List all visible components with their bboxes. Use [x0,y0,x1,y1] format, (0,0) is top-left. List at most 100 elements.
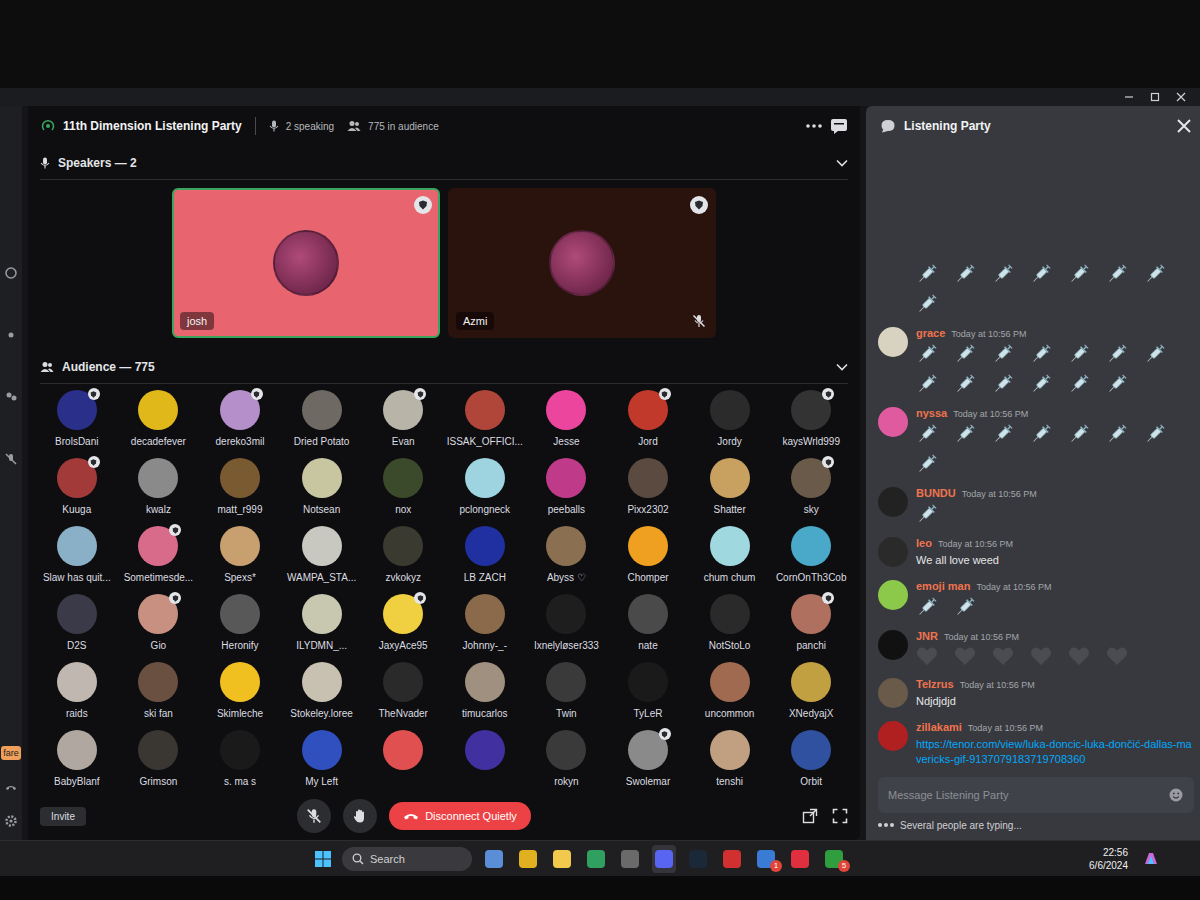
audience-member[interactable]: BrolsDani [36,390,118,458]
audience-member[interactable]: BabyBlanf [36,730,118,792]
audience-member[interactable]: Jordy [689,390,771,458]
audience-member[interactable]: kaysWrld999 [770,390,852,458]
taskbar-app[interactable] [652,845,676,873]
audience-member[interactable]: TyLeR [607,662,689,730]
audience-member[interactable]: tenshi [689,730,771,792]
audience-member[interactable]: panchi [770,594,852,662]
message-author[interactable]: zillakami [916,721,962,733]
speaker-tile[interactable]: josh [172,188,440,338]
minimize-button[interactable] [1118,89,1140,105]
audience-member[interactable]: Ixnelyløser333 [526,594,608,662]
audience-member[interactable]: Stokeley.loree [281,662,363,730]
disconnect-button[interactable]: Disconnect Quietly [389,802,531,830]
taskbar-app[interactable] [482,845,506,873]
audience-member[interactable]: WAMPA_STA... [281,526,363,594]
message-author[interactable]: emoji man [916,580,970,592]
taskbar-app[interactable] [720,845,744,873]
stage-icon[interactable] [4,328,18,342]
message-avatar[interactable] [878,580,908,610]
taskbar-search[interactable]: Search [342,847,472,871]
audience-member[interactable]: Grimson [118,730,200,792]
audience-member[interactable]: Chomper [607,526,689,594]
audience-member[interactable]: dereko3mil [199,390,281,458]
audience-member[interactable]: XNedyajX [770,662,852,730]
chevron-down-icon[interactable] [836,159,848,167]
members-icon[interactable] [4,390,18,404]
taskbar-app[interactable] [686,845,710,873]
audience-member[interactable]: Jord [607,390,689,458]
message-author[interactable]: BUNDU [916,487,956,499]
audience-member[interactable] [362,730,444,792]
audience-member[interactable]: Abyss ♡ [526,526,608,594]
audience-member[interactable]: Orbit [770,730,852,792]
audience-heading[interactable]: Audience — 775 [40,350,848,384]
audience-member[interactable]: s. ma s [199,730,281,792]
mic-off-icon[interactable] [4,452,18,466]
close-chat-icon[interactable] [1176,118,1192,134]
phone-icon[interactable] [4,780,18,794]
audience-member[interactable]: Swolemar [607,730,689,792]
audience-member[interactable]: ski fan [118,662,200,730]
message-input[interactable]: Message Listening Party [878,777,1194,813]
invite-button[interactable]: Invite [40,807,86,826]
audience-member[interactable]: kwalz [118,458,200,526]
audience-member[interactable]: sky [770,458,852,526]
audience-member[interactable]: Kuuga [36,458,118,526]
audience-member[interactable]: Twin [526,662,608,730]
audience-member[interactable]: ISSAK_OFFICI... [444,390,526,458]
maximize-button[interactable] [1144,89,1166,105]
audience-member[interactable]: Pixx2302 [607,458,689,526]
gear-icon[interactable] [4,814,18,828]
speaker-tile[interactable]: Azmi [448,188,716,338]
raise-hand-button[interactable] [343,799,377,833]
audience-member[interactable]: Notsean [281,458,363,526]
copilot-icon[interactable] [1142,850,1160,868]
emoji-picker-icon[interactable] [1168,787,1184,803]
taskbar-app[interactable]: 5 [822,845,846,873]
audience-member[interactable]: timucarlos [444,662,526,730]
message-avatar[interactable] [878,487,908,517]
taskbar-app[interactable] [788,845,812,873]
taskbar-app[interactable]: 1 [754,845,778,873]
audience-member[interactable]: Shatter [689,458,771,526]
message-avatar[interactable] [878,327,908,357]
audience-member[interactable]: chum chum [689,526,771,594]
audience-member[interactable]: raids [36,662,118,730]
message-author[interactable]: JNR [916,630,938,642]
audience-member[interactable]: JaxyAce95 [362,594,444,662]
audience-member[interactable]: peeballs [526,458,608,526]
audience-member[interactable]: rokyn [526,730,608,792]
taskbar-app[interactable] [584,845,608,873]
popout-icon[interactable] [802,808,818,824]
audience-member[interactable]: Dried Potato [281,390,363,458]
message-author[interactable]: grace [916,327,945,339]
message-link[interactable]: https://tenor.com/view/luka-doncic-luka-… [916,737,1194,767]
audience-member[interactable]: Slaw has quit... [36,526,118,594]
mute-button[interactable] [297,799,331,833]
message-avatar[interactable] [878,630,908,660]
audience-member[interactable]: pclongneck [444,458,526,526]
audience-member[interactable]: CornOnTh3Cob [770,526,852,594]
taskbar-app[interactable] [618,845,642,873]
audience-member[interactable]: decadefever [118,390,200,458]
close-window-button[interactable] [1170,89,1192,105]
audience-member[interactable]: Heronify [199,594,281,662]
taskbar-app[interactable] [550,845,574,873]
message-avatar[interactable] [878,407,908,437]
audience-member[interactable]: Johnny-_- [444,594,526,662]
taskbar-app[interactable] [516,845,540,873]
chat-toggle-icon[interactable] [830,118,848,134]
message-avatar[interactable] [878,721,908,751]
audience-member[interactable]: Jesse [526,390,608,458]
audience-member[interactable]: TheNvader [362,662,444,730]
audience-member[interactable]: zvkokyz [362,526,444,594]
message-avatar[interactable] [878,537,908,567]
audience-member[interactable]: Gio [118,594,200,662]
more-icon[interactable] [805,123,823,129]
taskbar-clock[interactable]: 22:56 6/6/2024 [1089,846,1128,872]
fullscreen-icon[interactable] [832,808,848,824]
windows-start-icon[interactable] [314,850,332,868]
audience-member[interactable]: Sometimesde... [118,526,200,594]
audience-member[interactable] [444,730,526,792]
voice-icon[interactable] [4,266,18,280]
